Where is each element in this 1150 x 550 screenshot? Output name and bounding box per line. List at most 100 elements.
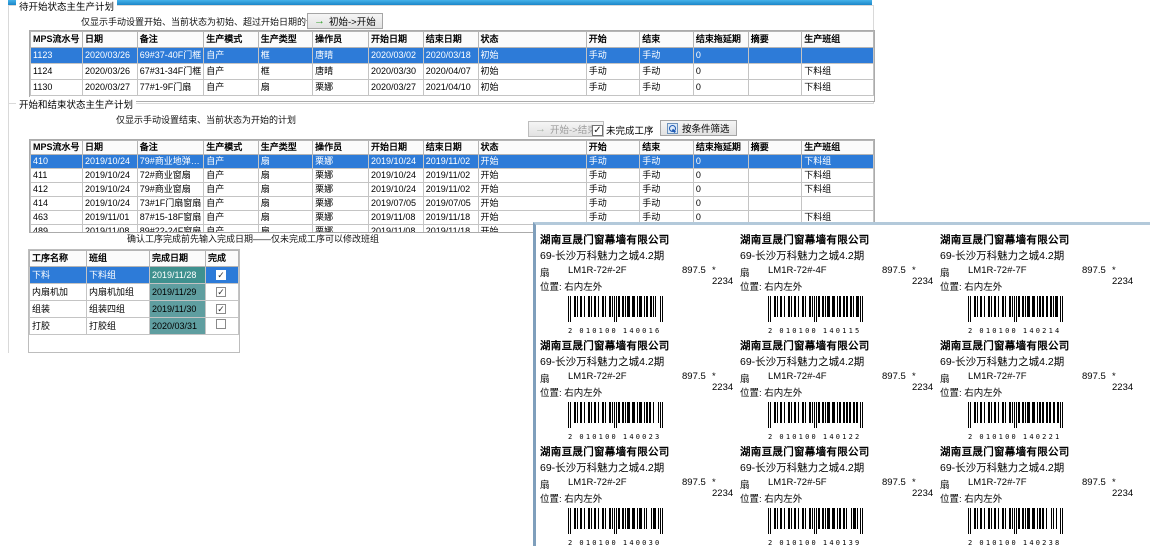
column-header[interactable]: 结束 [640, 32, 694, 48]
table-cell: 手动 [640, 155, 694, 169]
process-row[interactable]: 打胶打胶组2020/03/31 [30, 318, 239, 335]
column-header[interactable]: 生产班组 [802, 32, 874, 48]
table-cell: 手动 [586, 169, 640, 183]
process-row[interactable]: 内扇机加内扇机加组2019/11/29✓ [30, 284, 239, 301]
table-cell: 73#1F门扇窗扇 [137, 197, 204, 211]
column-header[interactable]: 摘要 [748, 141, 802, 155]
column-header[interactable]: 生产模式 [204, 141, 258, 155]
table-cell: 2020/03/26 [82, 64, 137, 80]
column-header[interactable]: 完成日期 [150, 251, 206, 267]
table-cell: 2019/10/24 [368, 183, 423, 197]
table-cell: 自产 [204, 64, 258, 80]
column-header[interactable]: 备注 [137, 141, 204, 155]
column-header[interactable]: 日期 [82, 32, 137, 48]
column-header[interactable]: 生产模式 [204, 32, 258, 48]
label-height: * 2234 [1112, 477, 1136, 499]
column-header[interactable]: 生产类型 [258, 141, 312, 155]
checkbox-icon[interactable]: ✓ [592, 125, 603, 136]
row-checkbox-icon[interactable]: ✓ [216, 304, 226, 314]
process-grid: 工序名称班组完成日期完成下料下料组2019/11/28✓内扇机加内扇机加组201… [29, 250, 239, 335]
column-header[interactable]: 结束日期 [423, 141, 478, 155]
table-cell: 框 [258, 48, 312, 64]
column-header[interactable]: 结束拖延期 [693, 141, 748, 155]
table-cell: 2019/10/24 [368, 169, 423, 183]
table-cell: 0 [693, 64, 748, 80]
started-plans-note: 仅显示手动设置结束、当前状态为开始的计划 [116, 113, 296, 126]
table-cell [748, 197, 802, 211]
column-header[interactable]: 状态 [478, 141, 586, 155]
label-project: 69-长沙万科魅力之城4.2期 [740, 248, 936, 263]
row-checkbox-icon[interactable] [216, 319, 226, 329]
column-header[interactable]: 备注 [137, 32, 204, 48]
label-project: 69-长沙万科魅力之城4.2期 [940, 354, 1136, 369]
init-to-start-button[interactable]: → 初始->开始 [307, 13, 383, 29]
column-header[interactable]: MPS流水号 [31, 141, 83, 155]
table-cell [748, 169, 802, 183]
product-label: 湖南亘晟门窗幕墙有限公司69-长沙万科魅力之城4.2期扇LM1R-72#-7F8… [940, 232, 1136, 338]
row-checkbox-icon[interactable]: ✓ [216, 287, 226, 297]
label-position-key: 位置: [940, 494, 962, 505]
label-position-key: 位置: [540, 388, 562, 399]
row-checkbox-icon[interactable]: ✓ [216, 270, 226, 280]
barcode-digits: 2010100140122 [768, 433, 936, 441]
done-cell: ✓ [206, 267, 239, 284]
column-header[interactable]: 开始日期 [368, 141, 423, 155]
table-cell: 手动 [586, 64, 640, 80]
table-cell: 自产 [204, 48, 258, 64]
table-cell: 489 [31, 225, 83, 234]
product-label: 湖南亘晟门窗幕墙有限公司69-长沙万科魅力之城4.2期扇LM1R-72#-5F8… [740, 444, 936, 550]
unfinished-process-checkbox[interactable]: ✓ 未完成工序 [592, 123, 654, 137]
column-header[interactable]: 开始 [586, 32, 640, 48]
label-position-key: 位置: [540, 494, 562, 505]
table-cell: 手动 [640, 64, 694, 80]
column-header[interactable]: MPS流水号 [31, 32, 83, 48]
table-row[interactable]: 4112019/10/2472#商业窗扇自产扇栗娜2019/10/242019/… [31, 169, 874, 183]
filter-by-condition-button[interactable]: 按条件筛选 [660, 120, 737, 136]
label-project: 69-长沙万科魅力之城4.2期 [740, 460, 936, 475]
label-product-type: 扇 [940, 265, 950, 279]
column-header[interactable]: 结束日期 [423, 32, 478, 48]
column-header[interactable]: 开始日期 [368, 32, 423, 48]
column-header[interactable]: 结束拖延期 [693, 32, 748, 48]
column-header[interactable]: 结束 [640, 141, 694, 155]
table-row[interactable]: 4142019/10/2473#1F门扇窗扇自产扇栗娜2019/07/05201… [31, 197, 874, 211]
column-header[interactable]: 生产类型 [258, 32, 312, 48]
table-row[interactable]: 4102019/10/2479#商业地弹…自产扇栗娜2019/10/242019… [31, 155, 874, 169]
table-cell: 开始 [478, 155, 586, 169]
table-cell: 2019/10/24 [82, 183, 137, 197]
column-header[interactable]: 状态 [478, 32, 586, 48]
table-row[interactable]: 11302020/03/2777#1-9F门扇自产扇栗娜2020/03/2720… [31, 80, 874, 96]
table-cell: 栗娜 [313, 211, 369, 225]
table-cell: 67#31-34F门框 [137, 64, 204, 80]
process-row[interactable]: 组装组装四组2019/11/30✓ [30, 301, 239, 318]
process-row[interactable]: 下料下料组2019/11/28✓ [30, 267, 239, 284]
column-header[interactable]: 摘要 [748, 32, 802, 48]
label-model: LM1R-72#-5F [768, 477, 827, 488]
column-header[interactable]: 日期 [82, 141, 137, 155]
column-header[interactable]: 完成 [206, 251, 239, 267]
table-cell: 414 [31, 197, 83, 211]
table-cell: 打胶 [30, 318, 87, 335]
column-header[interactable]: 班组 [87, 251, 150, 267]
label-height: * 2234 [1112, 371, 1136, 393]
table-row[interactable]: 4122019/10/2479#商业窗扇自产扇栗娜2019/10/242019/… [31, 183, 874, 197]
table-cell: 2019/11/30 [150, 301, 206, 318]
column-header[interactable]: 开始 [586, 141, 640, 155]
started-plans-table[interactable]: MPS流水号日期备注生产模式生产类型操作员开始日期结束日期状态开始结束结束拖延期… [29, 139, 875, 233]
barcode: 2010100140115 [768, 296, 936, 335]
table-cell: 唐晴 [313, 48, 369, 64]
label-company: 湖南亘晟门窗幕墙有限公司 [940, 232, 1136, 247]
column-header[interactable]: 工序名称 [30, 251, 87, 267]
pending-plans-table[interactable]: MPS流水号日期备注生产模式生产类型操作员开始日期结束日期状态开始结束结束拖延期… [29, 30, 875, 102]
table-cell: 内扇机加组 [87, 284, 150, 301]
table-cell: 2020/04/07 [423, 64, 478, 80]
table-cell: 0 [693, 197, 748, 211]
table-cell: 自产 [204, 183, 258, 197]
column-header[interactable]: 操作员 [313, 32, 369, 48]
table-row[interactable]: 11242020/03/2667#31-34F门框自产框唐晴2020/03/30… [31, 64, 874, 80]
column-header[interactable]: 操作员 [313, 141, 369, 155]
table-row[interactable]: 11232020/03/2669#37-40F门框自产框唐晴2020/03/02… [31, 48, 874, 64]
column-header[interactable]: 生产班组 [802, 141, 874, 155]
process-table[interactable]: 工序名称班组完成日期完成下料下料组2019/11/28✓内扇机加内扇机加组201… [28, 249, 240, 353]
label-model: LM1R-72#-2F [568, 477, 627, 488]
